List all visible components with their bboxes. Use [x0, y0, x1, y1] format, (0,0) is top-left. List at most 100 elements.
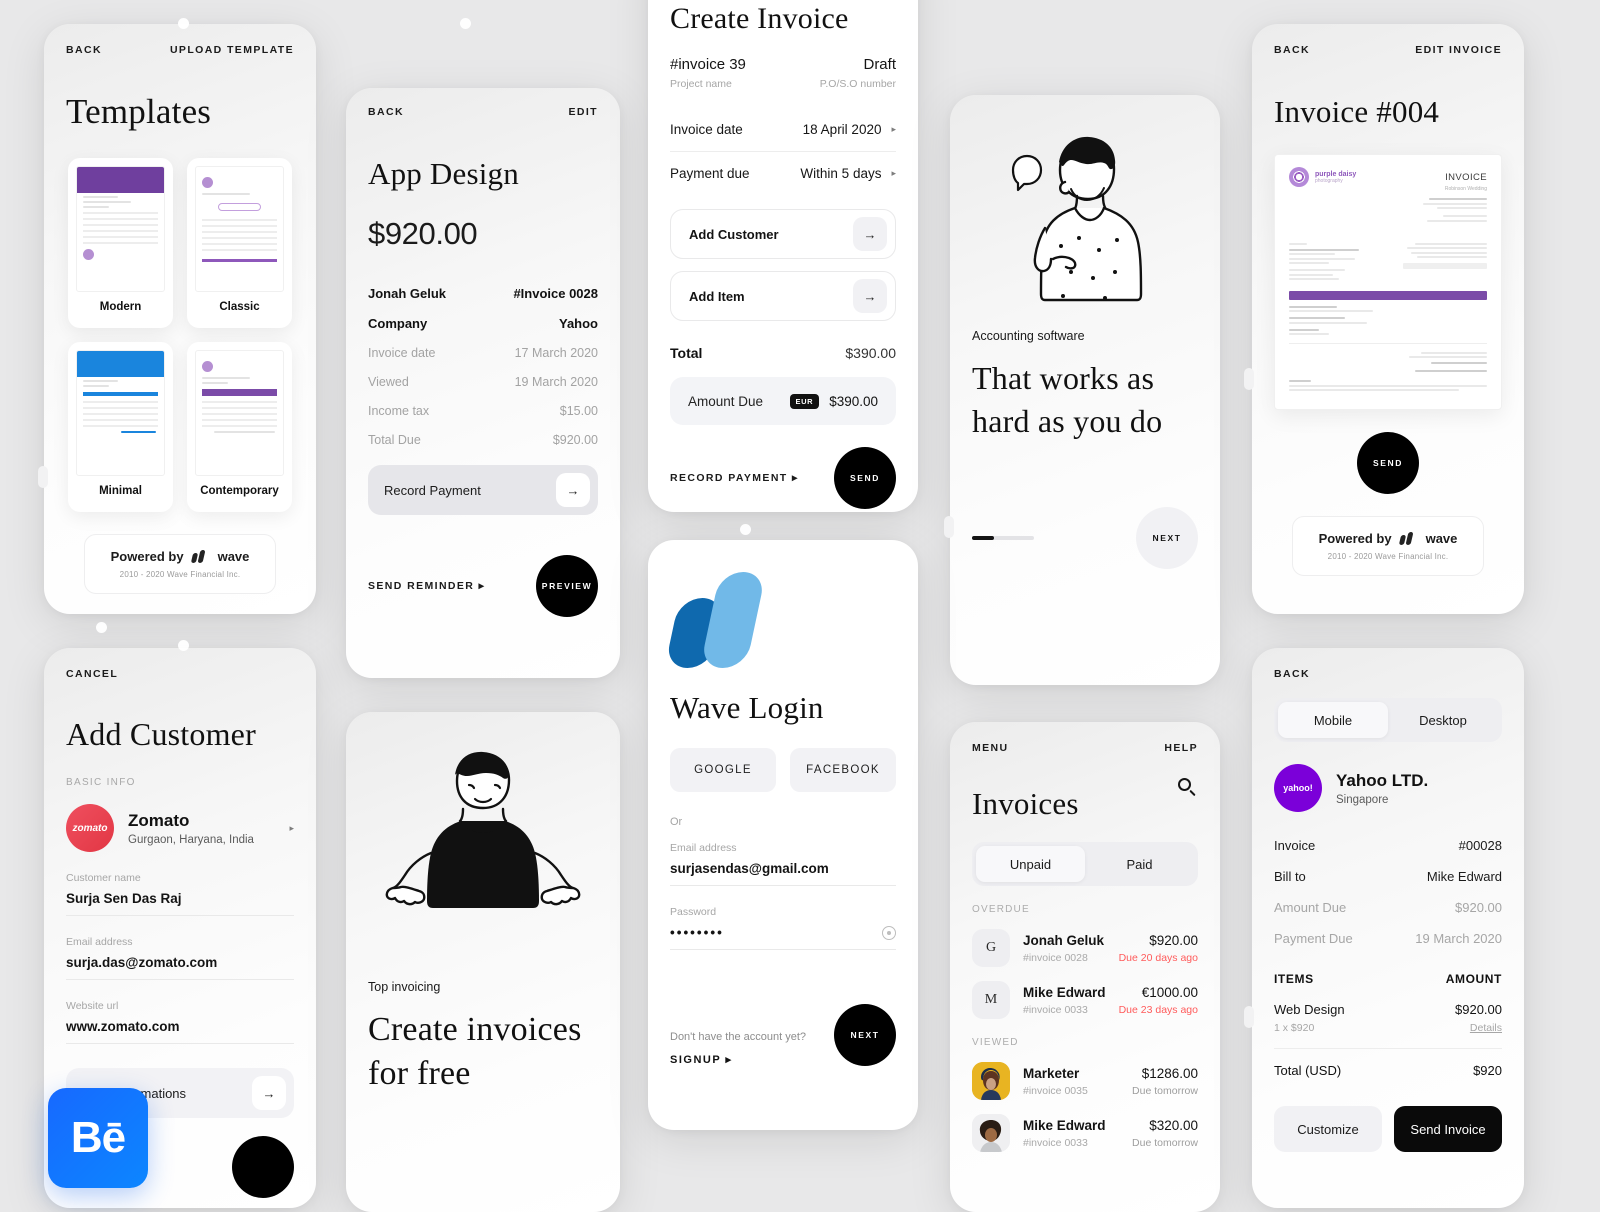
row-value: #00028	[1458, 838, 1502, 853]
tab-paid[interactable]: Paid	[1085, 846, 1194, 882]
signup-button[interactable]: SIGNUP ▸	[670, 1053, 806, 1066]
signup-label: SIGNUP	[670, 1054, 721, 1066]
invoice-amount: $320.00	[1149, 1117, 1198, 1133]
invoice-amount: $1286.00	[1141, 1065, 1198, 1081]
onboarding-eyebrow: Top invoicing	[368, 980, 441, 994]
camera-nub	[776, 542, 787, 553]
detail-row: Viewed 19 March 2020	[368, 375, 598, 389]
camera-nub	[178, 640, 189, 651]
record-payment-label: Record Payment	[384, 482, 481, 498]
tab-desktop[interactable]: Desktop	[1388, 702, 1498, 738]
email-field[interactable]: Email address surja.das@zomato.com	[66, 936, 294, 980]
next-button[interactable]: NEXT	[1136, 506, 1198, 569]
add-customer-label: Add Customer	[689, 226, 779, 242]
total-label: Total (USD)	[1274, 1063, 1342, 1078]
next-button[interactable]: NEXT	[834, 1004, 896, 1066]
menu-button[interactable]: MENU	[972, 742, 1009, 754]
save-customer-button[interactable]	[232, 1136, 294, 1198]
upload-template-button[interactable]: UPLOAD TEMPLATE	[170, 44, 294, 56]
detail-row: Invoice date 17 March 2020	[368, 346, 598, 360]
show-password-icon[interactable]	[882, 926, 896, 940]
section-label-basic-info: BASIC INFO	[66, 777, 136, 788]
tab-mobile[interactable]: Mobile	[1278, 702, 1388, 738]
back-button[interactable]: BACK	[66, 44, 102, 56]
google-login-button[interactable]: GOOGLE	[670, 748, 776, 792]
behance-badge-icon[interactable]: Bē	[48, 1088, 148, 1188]
facebook-login-button[interactable]: FACEBOOK	[790, 748, 896, 792]
record-payment-label: RECORD PAYMENT	[670, 472, 788, 484]
total-row: Total $390.00	[670, 345, 896, 361]
website-field[interactable]: Website url www.zomato.com	[66, 1000, 294, 1044]
wave-logo-mark	[664, 540, 896, 690]
screen-onboarding-accounting: Accounting software That works as hard a…	[950, 95, 1220, 685]
camera-nub	[178, 18, 189, 29]
template-label: Modern	[99, 301, 142, 313]
field-label: Email address	[670, 842, 737, 854]
currency-chip[interactable]: EUR	[789, 393, 820, 409]
brand-name: wave	[1425, 531, 1458, 546]
send-invoice-button[interactable]: Send Invoice	[1394, 1106, 1502, 1152]
record-payment-button[interactable]: RECORD PAYMENT ▸	[670, 472, 799, 484]
email-field[interactable]: Email address surjasendas@gmail.com	[670, 842, 896, 886]
search-icon[interactable]	[1178, 778, 1198, 798]
help-button[interactable]: HELP	[1164, 742, 1198, 754]
copyright: 2010 - 2020 Wave Financial Inc.	[119, 570, 241, 579]
payment-due-label: Payment due	[670, 166, 750, 181]
customize-button[interactable]: Customize	[1274, 1106, 1382, 1152]
edit-button[interactable]: EDIT	[568, 106, 598, 118]
add-item-button[interactable]: Add Item →	[670, 271, 896, 321]
field-value: ••••••••	[670, 925, 724, 940]
send-reminder-button[interactable]: SEND REMINDER ▸	[368, 580, 485, 592]
back-button[interactable]: BACK	[1274, 44, 1310, 56]
send-button[interactable]: SEND	[1357, 432, 1419, 494]
po-number-label[interactable]: P.O/S.O number	[820, 78, 896, 90]
preview-table-header	[1289, 290, 1487, 300]
company-name: Zomato	[128, 810, 190, 830]
list-item[interactable]: G Jonah Geluk #invoice 0028 $920.00 Due …	[972, 929, 1198, 967]
item-details-link[interactable]: Details	[1455, 1022, 1502, 1034]
payment-due-row[interactable]: Payment due Within 5 days ▸	[670, 151, 896, 195]
project-name-label[interactable]: Project name	[670, 78, 732, 90]
template-card-modern[interactable]: Modern	[68, 158, 173, 328]
template-card-minimal[interactable]: Minimal	[68, 342, 173, 512]
customer-company-row[interactable]: zomato Zomato Gurgaon, Haryana, India ▸	[66, 804, 294, 852]
add-customer-button[interactable]: Add Customer →	[670, 209, 896, 259]
invoice-date-row[interactable]: Invoice date 18 April 2020 ▸	[670, 108, 896, 151]
back-button[interactable]: BACK	[1274, 668, 1310, 680]
customer-name-field[interactable]: Customer name Surja Sen Das Raj	[66, 872, 294, 916]
list-item[interactable]: Mike Edward #invoice 0033 $320.00 Due to…	[972, 1114, 1198, 1152]
template-thumbnail	[76, 166, 165, 292]
row-label: Payment Due	[1274, 931, 1353, 946]
cancel-button[interactable]: CANCEL	[66, 668, 118, 680]
avatar	[972, 1114, 1010, 1152]
edit-invoice-button[interactable]: EDIT INVOICE	[1415, 44, 1502, 56]
page-title: Create Invoice	[670, 2, 849, 35]
invoice-preview-document[interactable]: purple daisy photography INVOICE Robinso…	[1274, 154, 1502, 410]
item-amount: $920.00	[1455, 1002, 1502, 1017]
preview-button[interactable]: PREVIEW	[536, 555, 598, 617]
password-field[interactable]: Password ••••••••	[670, 906, 896, 950]
items-column-header: ITEMS	[1274, 972, 1314, 986]
invoice-date-label: Invoice date	[670, 122, 743, 137]
total-value: $920	[1473, 1063, 1502, 1078]
detail-value: $920.00	[552, 433, 598, 447]
list-item[interactable]: Marketer #invoice 0035 $1286.00 Due tomo…	[972, 1062, 1198, 1100]
invoice-004-topbar: BACK EDIT INVOICE	[1274, 44, 1502, 56]
field-value: Surja Sen Das Raj	[66, 891, 182, 906]
detail-row: Company Yahoo	[368, 316, 598, 331]
list-item[interactable]: M Mike Edward #invoice 0033 €1000.00 Due…	[972, 981, 1198, 1019]
record-payment-button[interactable]: Record Payment →	[368, 465, 598, 515]
amount-column-header: AMOUNT	[1445, 972, 1502, 986]
social-login-row: GOOGLE FACEBOOK	[670, 748, 896, 792]
tab-unpaid[interactable]: Unpaid	[976, 846, 1085, 882]
invoices-topbar: MENU HELP	[972, 742, 1198, 754]
template-card-contemporary[interactable]: Contemporary	[187, 342, 292, 512]
template-grid: Modern Classic Minimal Contemporary	[66, 158, 294, 512]
detail-value: $15.00	[559, 404, 598, 418]
invoice-date-value: 18 April 2020	[802, 122, 882, 137]
template-card-classic[interactable]: Classic	[187, 158, 292, 328]
company-row: yahoo! Yahoo LTD. Singapore	[1274, 764, 1502, 812]
side-button	[944, 516, 954, 538]
back-button[interactable]: BACK	[368, 106, 404, 118]
send-button[interactable]: SEND	[834, 447, 896, 509]
